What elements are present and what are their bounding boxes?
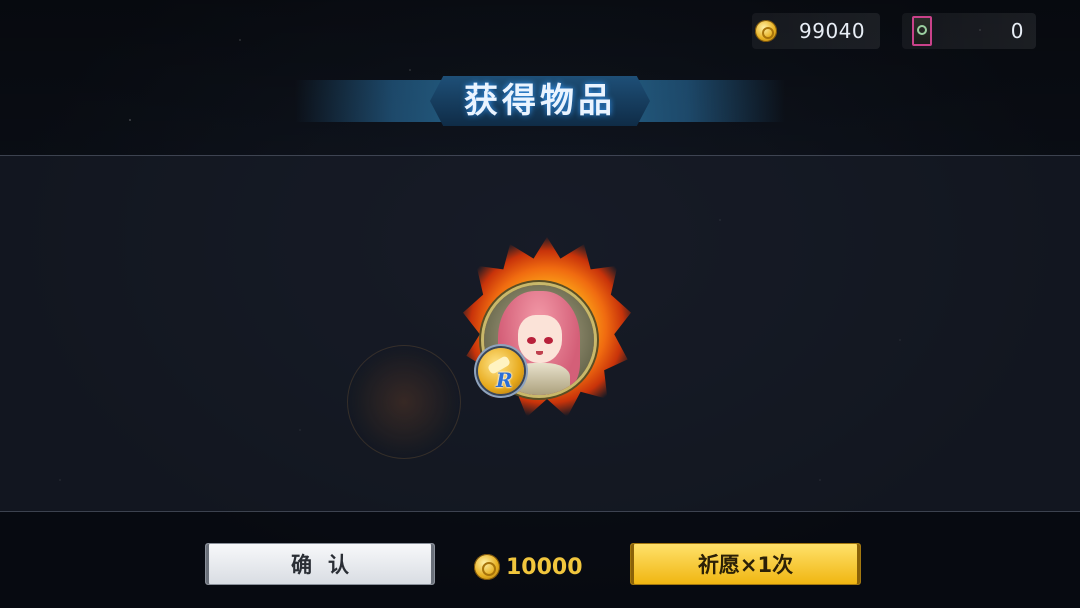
ghost-reward-medal — [347, 345, 461, 459]
rank-letter: R — [496, 368, 513, 392]
left-eye — [527, 337, 536, 344]
gold-currency-display: 99040 — [752, 13, 880, 49]
page-title: 获得物品 — [464, 81, 616, 121]
cost-amount: 10000 — [506, 554, 583, 580]
gold-coin-icon — [755, 20, 777, 42]
mouth — [536, 351, 543, 355]
wish-cost: 10000 — [474, 552, 583, 582]
rank-badge-icon: R — [478, 348, 524, 394]
ticket-amount: 0 — [1010, 19, 1024, 43]
summon-ticket-icon — [912, 16, 932, 46]
character-face — [518, 315, 562, 363]
gold-amount: 99040 — [799, 19, 866, 43]
right-eye — [544, 337, 553, 344]
wish-once-button[interactable]: 祈愿×1次 — [630, 543, 861, 585]
gold-coin-icon — [474, 554, 500, 580]
ticket-currency-display: 0 — [902, 13, 1036, 49]
confirm-button[interactable]: 确认 — [205, 543, 435, 585]
